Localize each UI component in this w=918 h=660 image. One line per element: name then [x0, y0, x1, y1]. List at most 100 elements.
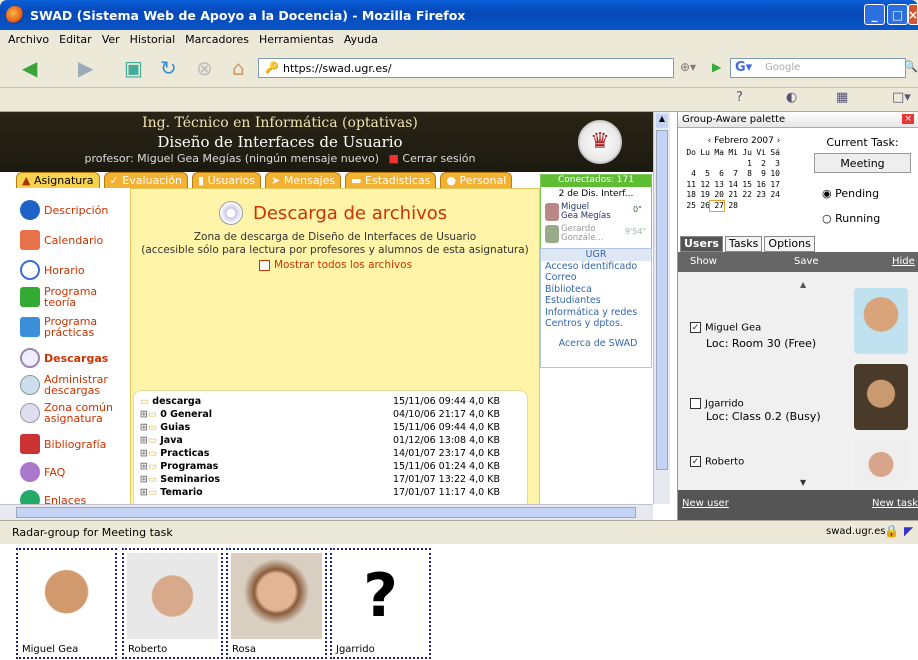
current-task-button[interactable]: Meeting: [814, 153, 911, 173]
radar-icon[interactable]: ◐: [786, 90, 797, 105]
search-field[interactable]: G▾ Google: [730, 58, 906, 78]
link-informatica[interactable]: Informática y redes: [541, 307, 651, 319]
home-icon[interactable]: ⌂: [232, 56, 245, 80]
menu-archivo[interactable]: Archivo: [8, 33, 49, 46]
radar-member[interactable]: Roberto: [122, 548, 223, 659]
sidebar-item-calendario[interactable]: Calendario: [20, 230, 103, 250]
tab-tasks[interactable]: Tasks: [724, 236, 763, 252]
user-checkbox[interactable]: ✓: [690, 322, 701, 333]
tab-usuarios[interactable]: ▮ Usuarios: [192, 172, 262, 188]
navigation-toolbar: ◀ ▶ ▣ ↻ ⊗ ⌂ 🔑 https://swad.ugr.es/ ⊕▾ ▶ …: [0, 48, 918, 88]
calendar-week[interactable]: 4 5 6 7 8 9 10: [682, 169, 806, 180]
file-row[interactable]: ⊞▭ Guias 15/11/06 09:44 4,0 KB: [140, 422, 523, 433]
about-swad-link[interactable]: Acerca de SWAD: [541, 330, 651, 350]
pending-radio[interactable]: ◉ Pending: [822, 187, 918, 200]
member-name: Roberto: [128, 644, 168, 655]
user-entry[interactable]: ✓ Miguel Gea Loc: Room 30 (Free): [690, 322, 816, 350]
link-correo[interactable]: Correo: [541, 272, 651, 284]
tab-asignatura[interactable]: ▲ Asignatura: [16, 172, 100, 188]
connected-user[interactable]: Miguel Gea Megías: [561, 203, 611, 221]
scroll-up-icon[interactable]: ▲: [800, 280, 806, 289]
tab-estadisticas[interactable]: ▬ Estadísticas: [345, 172, 437, 188]
hide-button[interactable]: Hide: [892, 256, 915, 267]
firefox-icon: [6, 6, 24, 24]
user-photo: [854, 438, 908, 486]
scroll-thumb[interactable]: [16, 507, 636, 518]
connected-user[interactable]: Gerardo Gonzále...: [561, 225, 604, 243]
menu-ayuda[interactable]: Ayuda: [344, 33, 378, 46]
calendar-week[interactable]: 25 26 27 28: [682, 199, 806, 212]
search-icon[interactable]: 🔍: [904, 60, 918, 73]
file-row[interactable]: ⊞▭ Seminarios 17/01/07 13:22 4,0 KB: [140, 474, 523, 485]
help-icon[interactable]: ?: [736, 90, 743, 105]
sidebar-item-descargas[interactable]: Descargas: [20, 348, 108, 368]
user-entry[interactable]: ✓ Roberto: [690, 456, 744, 468]
new-task-link[interactable]: New task: [872, 498, 918, 509]
file-row[interactable]: ⊞▭ Java 01/12/06 13:08 4,0 KB: [140, 435, 523, 446]
window-icon[interactable]: □▾: [892, 90, 911, 105]
menu-ver[interactable]: Ver: [102, 33, 120, 46]
reload-icon[interactable]: ↻: [160, 56, 177, 80]
back-arrow-icon[interactable]: ◀: [22, 56, 37, 80]
sidebar-item-faq[interactable]: FAQ: [20, 462, 65, 482]
link-centros[interactable]: Centros y dptos.: [541, 318, 651, 330]
menu-historial[interactable]: Historial: [130, 33, 175, 46]
calendar-week[interactable]: 11 12 13 14 15 16 17: [682, 180, 806, 191]
sidebar-item-horario[interactable]: Horario: [20, 260, 85, 280]
file-row[interactable]: ⊞▭ Programas 15/11/06 01:24 4,0 KB: [140, 461, 523, 472]
tab-mensajes[interactable]: ➤ Mensajes: [265, 172, 342, 188]
vertical-scrollbar[interactable]: ▲: [653, 112, 670, 504]
show-button[interactable]: Show: [690, 256, 717, 267]
scroll-down-icon[interactable]: ▼: [800, 478, 806, 487]
new-tab-icon[interactable]: ▣: [124, 56, 143, 80]
sidebar-item-descripcion[interactable]: Descripción: [20, 200, 108, 220]
tab-evaluacion[interactable]: ✓ Evaluación: [103, 172, 189, 188]
file-row[interactable]: ⊞▭ Temario 17/01/07 11:17 4,0 KB: [140, 487, 523, 498]
sidebar-item-bibliografia[interactable]: Bibliografía: [20, 434, 106, 454]
tab-users[interactable]: Users: [680, 236, 723, 252]
user-checkbox[interactable]: ✓: [690, 456, 701, 467]
address-bar[interactable]: 🔑 https://swad.ugr.es/: [258, 58, 674, 78]
save-button[interactable]: Save: [794, 256, 819, 267]
scroll-thumb[interactable]: [656, 130, 668, 470]
close-button[interactable]: ×: [908, 4, 918, 25]
stop-icon[interactable]: ⊗: [196, 56, 213, 80]
expand-icon: ⊞: [140, 422, 148, 433]
close-icon[interactable]: ×: [902, 114, 914, 124]
running-radio[interactable]: ○ Running: [822, 212, 918, 225]
horizontal-scrollbar[interactable]: [0, 504, 653, 520]
sidebar-item-zona-comun[interactable]: Zona común asignatura: [20, 402, 120, 424]
minimize-button[interactable]: _: [864, 4, 885, 25]
tab-personal[interactable]: ● Personal: [440, 172, 513, 188]
link-acceso[interactable]: Acceso identificado: [541, 261, 651, 273]
map-icon[interactable]: ▦: [836, 90, 848, 105]
menu-herramientas[interactable]: Herramientas: [259, 33, 334, 46]
user-entry[interactable]: Jgarrido Loc: Class 0.2 (Busy): [690, 398, 821, 423]
radar-member[interactable]: Miguel Gea: [16, 548, 117, 659]
menu-editar[interactable]: Editar: [59, 33, 92, 46]
sidebar-item-programa-teoria[interactable]: Programa teoría: [20, 286, 120, 308]
logout-link[interactable]: Cerrar sesión: [402, 152, 475, 165]
show-all-checkbox[interactable]: [259, 259, 270, 271]
link-biblioteca[interactable]: Biblioteca: [541, 284, 651, 296]
go-arrow-icon[interactable]: ▶: [712, 60, 721, 74]
show-all-files[interactable]: Mostrar todos los archivos: [259, 259, 412, 271]
file-row[interactable]: ⊞▭ Practicas 14/01/07 23:17 4,0 KB: [140, 448, 523, 459]
maximize-button[interactable]: □: [887, 4, 908, 25]
forward-arrow-icon[interactable]: ▶: [78, 56, 93, 80]
sidebar-item-administrar-descargas[interactable]: Administrar descargas: [20, 374, 116, 396]
sidebar-item-programa-practicas[interactable]: Programa prácticas: [20, 316, 120, 338]
messages-status: (ningún mensaje nuevo): [244, 152, 379, 165]
link-estudiantes[interactable]: Estudiantes: [541, 295, 651, 307]
user-checkbox[interactable]: [690, 398, 701, 409]
calendar-week[interactable]: 18 19 20 21 22 23 24: [682, 190, 806, 201]
radar-member[interactable]: ? Jgarrido: [330, 548, 431, 659]
file-row[interactable]: ▭ descarga 15/11/06 09:44 4,0 KB: [140, 396, 523, 407]
radar-member[interactable]: Rosa: [226, 548, 327, 659]
file-row[interactable]: ⊞▭ 0 General 04/10/06 21:17 4,0 KB: [140, 409, 523, 420]
menu-marcadores[interactable]: Marcadores: [185, 33, 249, 46]
calendar-week[interactable]: 123: [682, 159, 806, 170]
new-user-link[interactable]: New user: [682, 498, 729, 509]
tab-options[interactable]: Options: [764, 236, 815, 252]
rss-icon[interactable]: ⊕▾: [680, 60, 696, 74]
